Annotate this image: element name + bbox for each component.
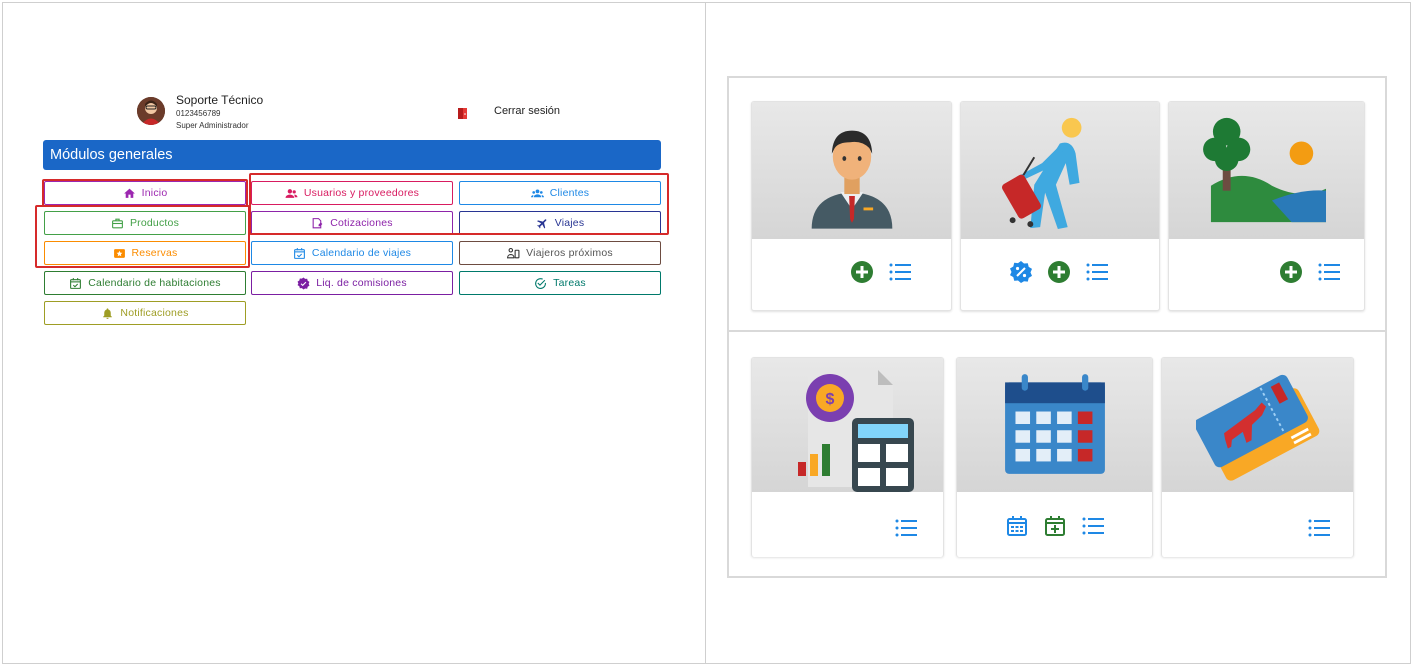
reservation-star-icon [113,248,125,258]
home-icon [123,188,135,198]
svg-text:$: $ [826,391,835,408]
calendar-add-icon[interactable] [1043,514,1067,538]
list-icon[interactable] [1317,260,1341,284]
list-icon[interactable] [1307,516,1331,540]
card-actions [1307,516,1331,540]
left-panel [2,2,705,664]
user-role: Super Administrador [176,121,249,130]
avatar[interactable] [137,97,165,125]
quote-document-icon [312,217,323,228]
task-check-icon [535,277,547,289]
bell-icon [103,307,113,319]
module-tareas-button[interactable]: Tareas [459,271,661,295]
module-viajes-button[interactable]: Viajes [459,211,661,235]
add-icon[interactable] [850,260,874,284]
add-icon[interactable] [1279,260,1303,284]
list-icon[interactable] [888,260,912,284]
module-label: Reservas [131,247,178,259]
module-productos-button[interactable]: Productos [44,211,246,235]
users-icon [285,188,298,198]
module-viajeros-proximos-button[interactable]: Viajeros próximos [459,241,661,265]
module-label: Inicio [141,187,168,199]
module-label: Usuarios y proveedores [303,187,420,199]
accounting-icon: $ [798,370,914,492]
traveler-icon [1002,117,1082,230]
module-label: Notificaciones [120,307,189,319]
module-label: Clientes [549,187,590,199]
user-name: Soporte Técnico [176,93,264,107]
discount-badge-icon[interactable] [1009,260,1033,284]
verified-badge-icon [297,277,310,289]
add-icon[interactable] [1047,260,1071,284]
module-usuarios-button[interactable]: Usuarios y proveedores [251,181,453,205]
landscape-icon [1203,117,1326,223]
briefcase-icon [112,218,123,228]
cotizaciones-card[interactable]: $ [751,357,944,557]
calendar-icon [1005,374,1105,474]
calendario-card[interactable] [956,357,1153,557]
group-icon [530,188,544,197]
calendar-view-icon[interactable] [1005,514,1029,538]
calendar-check-icon [70,277,82,289]
card-actions [850,260,912,284]
module-clientes-button[interactable]: Clientes [459,181,661,205]
module-cotizaciones-button[interactable]: Cotizaciones [251,211,453,235]
module-calendario-habitaciones-button[interactable]: Calendario de habitaciones [44,271,246,295]
module-label: Calendario de habitaciones [88,277,221,289]
module-label: Productos [129,217,180,229]
calendar-check-icon [294,247,305,259]
module-inicio-button[interactable]: Inicio [44,181,246,205]
module-reservas-button[interactable]: Reservas [44,241,246,265]
productos-card[interactable] [1168,101,1365,311]
module-label: Liq. de comisiones [316,277,407,289]
card-actions [1279,260,1341,284]
business-man-icon [811,130,893,229]
list-icon[interactable] [1081,514,1105,538]
airplane-icon [536,218,547,228]
logout-door-icon[interactable] [456,106,470,120]
module-liq-comisiones-button[interactable]: Liq. de comisiones [251,271,453,295]
card-actions [894,516,918,540]
viajes-card[interactable] [1161,357,1354,557]
clientes-card[interactable] [960,101,1160,311]
user-phone: 0123456789 [176,109,221,118]
card-actions [1009,260,1109,284]
row-divider [727,330,1387,332]
module-label: Cotizaciones [330,217,393,229]
logout-link[interactable]: Cerrar sesión [494,105,560,117]
flight-ticket-icon [1196,374,1320,481]
module-label: Viajes [554,217,585,229]
module-label: Calendario de viajes [311,247,412,259]
list-icon[interactable] [1085,260,1109,284]
traveler-luggage-icon [507,247,520,258]
module-label: Viajeros próximos [526,247,613,259]
card-actions [1005,514,1105,538]
section-title: Módulos generales [43,140,661,170]
module-calendario-viajes-button[interactable]: Calendario de viajes [251,241,453,265]
list-icon[interactable] [894,516,918,540]
module-label: Tareas [553,277,586,289]
usuarios-card[interactable] [751,101,952,311]
module-notificaciones-button[interactable]: Notificaciones [44,301,246,325]
